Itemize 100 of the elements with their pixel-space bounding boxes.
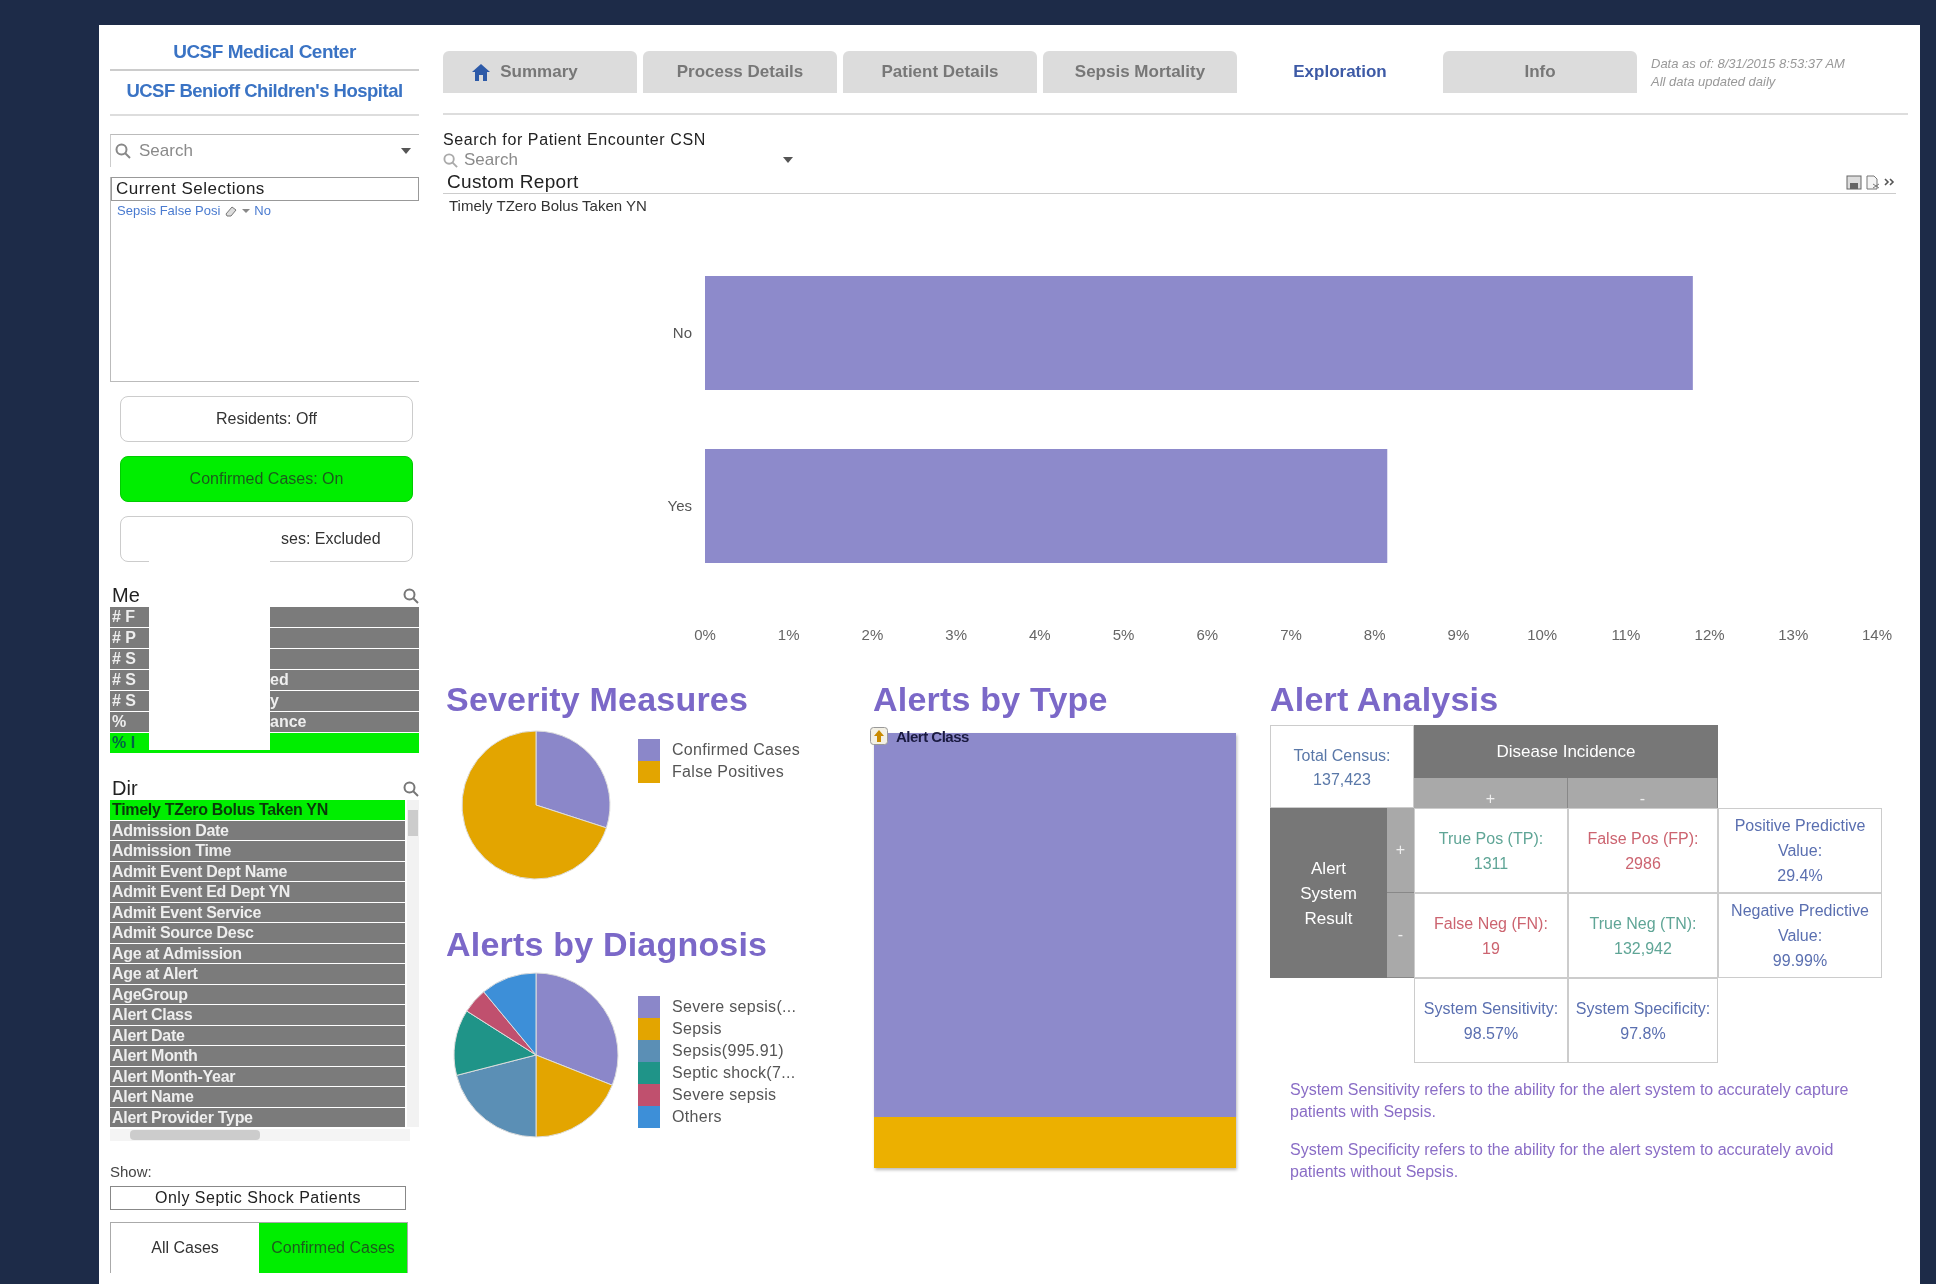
tick-label: 1% (777, 626, 800, 643)
tick-label: 5% (1112, 626, 1135, 643)
dimension-item[interactable]: Admission Time (110, 841, 405, 861)
column-sign: + (1414, 778, 1568, 808)
tick-label: 13% (1778, 626, 1809, 643)
tick-label: 9% (1447, 626, 1470, 643)
census-cell: Total Census: 137,423 (1270, 725, 1414, 808)
home-icon (472, 63, 491, 81)
scrollbar[interactable] (110, 1129, 410, 1141)
search-icon (115, 143, 131, 159)
dimension-item[interactable]: Alert Month-Year (110, 1066, 405, 1086)
search-field[interactable]: Search (462, 149, 779, 171)
list-title: Me (112, 584, 140, 607)
search-field[interactable]: Search (137, 140, 395, 162)
dimension-item[interactable]: Alert Month (110, 1046, 405, 1066)
field-label: Search for Patient Encounter CSN (443, 131, 707, 149)
tick-label: 7% (1280, 626, 1302, 643)
matrix-cell: Positive Predictive Value: 29.4% (1718, 808, 1882, 893)
matrix-cell: True Neg (TN): 132,942 (1568, 893, 1718, 978)
dimension-item[interactable]: Timely TZero Bolus Taken YN (110, 800, 405, 820)
legend-label: Confirmed Cases (672, 741, 801, 759)
row-header: Alert System Result (1270, 808, 1387, 978)
dimension-item[interactable]: Alert Provider Type (110, 1107, 405, 1127)
dimension-item[interactable]: Admit Event Service (110, 902, 405, 922)
legend-label: Sepsis(995.91) (672, 1042, 784, 1060)
dimension-item[interactable]: Admit Event Ed Dept YN (110, 882, 405, 902)
metric-cell: System Sensitivity: 98.57% (1414, 978, 1568, 1063)
show-label: Show: (110, 1163, 153, 1180)
search-icon (443, 152, 458, 168)
note-text: System Specificity refers to the ability for the alert system to accurately avoid patients without Sepsis. (1290, 1140, 1835, 1182)
tick-label: 11% (1611, 626, 1641, 643)
dimension-item[interactable]: Admit Event Dept Name (110, 861, 405, 881)
tick-label: 12% (1694, 626, 1725, 643)
row-sign: - (1387, 893, 1414, 978)
dimension-item[interactable]: Age at Admission (110, 943, 405, 963)
section-title: Alert Analysis (1270, 680, 1500, 719)
tick-label: 2% (861, 626, 884, 643)
chart-subtitle: Timely TZero Bolus Taken YN (448, 196, 648, 214)
toggle-button[interactable]: Confirmed Cases: On (120, 456, 413, 502)
dimension-item[interactable]: Alert Class (110, 1005, 405, 1025)
legend-label: Sepsis (672, 1020, 722, 1038)
dropdown-caret-icon (401, 148, 411, 154)
list-title: Dir (112, 777, 138, 800)
note-text: System Sensitivity refers to the ability for the alert system to accurately capture patients with Sepsis. (1290, 1080, 1850, 1122)
matrix-cell: False Neg (FN): 19 (1414, 893, 1568, 978)
tick-label: 8% (1363, 626, 1386, 643)
filter-button[interactable]: Only Septic Shock Patients (110, 1186, 406, 1210)
dimension-item[interactable]: Alert Name (110, 1087, 405, 1107)
data-note: All data updated daily (1651, 73, 1777, 91)
category-label: No (672, 324, 692, 341)
metric-cell: System Specificity: 97.8% (1568, 978, 1718, 1063)
dropdown-caret-icon (783, 157, 793, 163)
tick-label: 6% (1196, 626, 1219, 643)
logo: UCSF Benioff Children's Hospital (110, 69, 419, 116)
legend-label: Septic shock(7... (672, 1064, 796, 1082)
export-icon[interactable] (1865, 174, 1881, 190)
tick-label: 10% (1527, 626, 1558, 643)
column-sign: - (1568, 778, 1718, 808)
case-option[interactable]: Confirmed Cases (259, 1223, 407, 1273)
legend-label: Others (672, 1108, 722, 1126)
row-sign: + (1387, 808, 1414, 893)
search-icon[interactable] (403, 780, 419, 797)
tick-label: 14% (1862, 626, 1892, 643)
dimension-item[interactable]: Age at Alert (110, 964, 405, 984)
panel-title: Current Selections (111, 177, 419, 201)
column-header: Disease Incidence (1414, 725, 1718, 778)
scrollbar[interactable] (407, 800, 419, 1127)
selection-field: Sepsis False Posi (117, 203, 221, 218)
caret-icon[interactable] (242, 207, 251, 214)
tab[interactable]: Patient Details (843, 51, 1037, 93)
section-title: Severity Measures (446, 680, 750, 719)
legend-label: Severe sepsis(... (672, 998, 797, 1016)
tick-label: 0% (694, 626, 716, 643)
dimension-label: Alert Class (896, 727, 969, 745)
dimension-item[interactable]: Admit Source Desc (110, 923, 405, 943)
dimension-item[interactable]: Admission Date (110, 820, 405, 840)
report-title: Custom Report (447, 171, 579, 193)
double-chevron-icon[interactable] (1884, 177, 1896, 187)
toggle-button[interactable]: Residents: Off (120, 396, 413, 442)
section-title: Alerts by Diagnosis (446, 925, 769, 964)
dimension-item[interactable]: Alert Date (110, 1025, 405, 1045)
eraser-icon[interactable] (224, 204, 239, 217)
tab[interactable]: Info (1443, 51, 1637, 93)
legend-label: False Positives (672, 763, 785, 781)
tab[interactable]: Summary (443, 51, 637, 93)
tab[interactable]: Process Details (643, 51, 837, 93)
legend-label: Severe sepsis (672, 1086, 777, 1104)
tick-label: 3% (945, 626, 967, 643)
selection-value: No (254, 203, 271, 218)
matrix-cell: True Pos (TP): 1311 (1414, 808, 1568, 893)
dimension-item[interactable]: AgeGroup (110, 984, 405, 1004)
logo: UCSF Medical Center (173, 40, 356, 64)
tick-label: 4% (1029, 626, 1051, 643)
tab[interactable]: Sepsis Mortality (1043, 51, 1237, 93)
matrix-cell: Negative Predictive Value: 99.99% (1718, 893, 1882, 978)
data-note: Data as of: 8/31/2015 8:53:37 AM (1651, 55, 1845, 73)
matrix-cell: False Pos (FP): 2986 (1568, 808, 1718, 893)
search-icon[interactable] (403, 587, 419, 604)
section-title: Alerts by Type (873, 680, 1109, 719)
category-label: Yes (667, 497, 692, 514)
